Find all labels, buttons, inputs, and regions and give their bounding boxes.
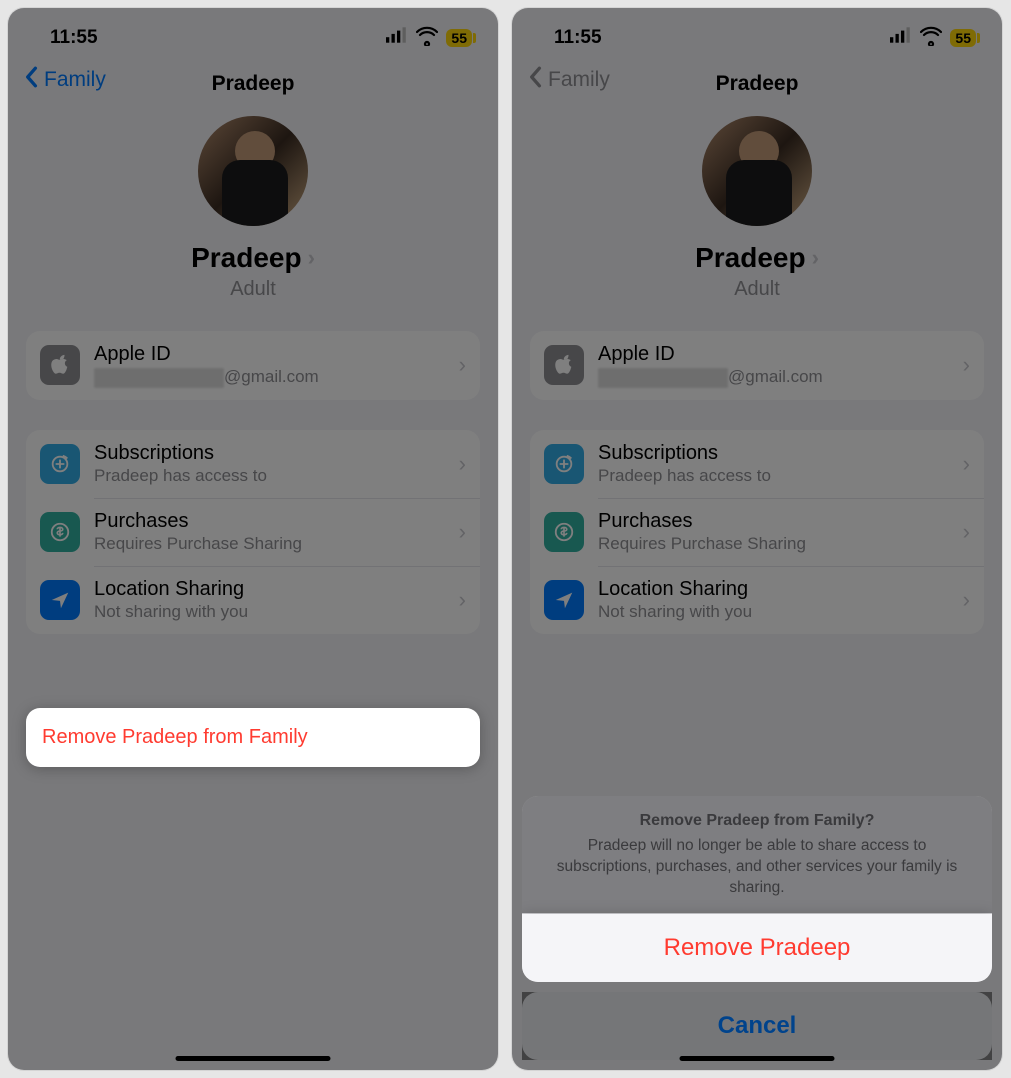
home-indicator[interactable] bbox=[680, 1056, 835, 1061]
profile-name-row[interactable]: Pradeep › bbox=[695, 242, 819, 274]
row-title: Location Sharing bbox=[598, 578, 963, 601]
remove-from-family-button[interactable]: Remove Pradeep from Family bbox=[26, 708, 480, 767]
chevron-left-icon bbox=[20, 66, 42, 94]
profile-name: Pradeep bbox=[695, 242, 806, 274]
apple-logo-icon bbox=[40, 345, 80, 385]
purchases-icon bbox=[40, 512, 80, 552]
sharing-group: Subscriptions Pradeep has access to › Pu… bbox=[530, 430, 984, 634]
location-row[interactable]: Location Sharing Not sharing with you › bbox=[26, 566, 480, 634]
home-indicator[interactable] bbox=[176, 1056, 331, 1061]
location-arrow-icon bbox=[40, 580, 80, 620]
screenshot-left: 11:55 55 Family Pradeep Pradeep › Adult bbox=[8, 8, 498, 1070]
chevron-left-icon bbox=[524, 66, 546, 94]
status-time: 11:55 bbox=[554, 27, 602, 49]
profile-role: Adult bbox=[734, 278, 780, 301]
chevron-right-icon: › bbox=[459, 451, 466, 477]
profile-role: Adult bbox=[230, 278, 276, 301]
apple-id-group: Apple ID @gmail.com › bbox=[530, 331, 984, 400]
apple-id-email: @gmail.com bbox=[94, 367, 459, 388]
apple-id-label: Apple ID bbox=[598, 343, 963, 366]
sheet-title: Remove Pradeep from Family? bbox=[542, 812, 972, 830]
chevron-right-icon: › bbox=[963, 352, 970, 378]
purchases-row[interactable]: Purchases Requires Purchase Sharing › bbox=[530, 498, 984, 566]
nav-title: Pradeep bbox=[212, 72, 295, 96]
chevron-right-icon: › bbox=[812, 245, 819, 271]
nav-bar: Family Pradeep bbox=[8, 62, 498, 106]
chevron-right-icon: › bbox=[459, 587, 466, 613]
wifi-icon bbox=[416, 24, 438, 52]
action-sheet: Remove Pradeep from Family? Pradeep will… bbox=[512, 796, 1002, 1070]
chevron-right-icon: › bbox=[459, 519, 466, 545]
row-title: Purchases bbox=[598, 510, 963, 533]
row-subtitle: Pradeep has access to bbox=[94, 466, 459, 486]
apple-id-row[interactable]: Apple ID @gmail.com › bbox=[26, 331, 480, 400]
row-subtitle: Not sharing with you bbox=[598, 602, 963, 622]
sharing-group: Subscriptions Pradeep has access to › Pu… bbox=[26, 430, 480, 634]
nav-title: Pradeep bbox=[716, 72, 799, 96]
row-title: Purchases bbox=[94, 510, 459, 533]
chevron-right-icon: › bbox=[308, 245, 315, 271]
cellular-icon bbox=[890, 24, 912, 52]
redacted-email bbox=[94, 368, 224, 388]
confirm-remove-button[interactable]: Remove Pradeep bbox=[522, 914, 992, 982]
avatar[interactable] bbox=[702, 116, 812, 226]
wifi-icon bbox=[920, 24, 942, 52]
row-subtitle: Pradeep has access to bbox=[598, 466, 963, 486]
status-bar: 11:55 55 bbox=[512, 8, 1002, 62]
profile-name-row[interactable]: Pradeep › bbox=[191, 242, 315, 274]
location-arrow-icon bbox=[544, 580, 584, 620]
status-bar: 11:55 55 bbox=[8, 8, 498, 62]
redacted-email bbox=[598, 368, 728, 388]
subscriptions-icon bbox=[544, 444, 584, 484]
purchases-icon bbox=[544, 512, 584, 552]
cellular-icon bbox=[386, 24, 408, 52]
back-button[interactable]: Family bbox=[20, 66, 106, 94]
chevron-right-icon: › bbox=[963, 451, 970, 477]
purchases-row[interactable]: Purchases Requires Purchase Sharing › bbox=[26, 498, 480, 566]
back-label: Family bbox=[548, 68, 610, 92]
back-button[interactable]: Family bbox=[524, 66, 610, 94]
email-domain: @gmail.com bbox=[728, 367, 823, 386]
email-domain: @gmail.com bbox=[224, 367, 319, 386]
row-title: Subscriptions bbox=[94, 442, 459, 465]
subscriptions-row[interactable]: Subscriptions Pradeep has access to › bbox=[530, 430, 984, 498]
sheet-message: Pradeep will no longer be able to share … bbox=[542, 836, 972, 899]
profile-name: Pradeep bbox=[191, 242, 302, 274]
chevron-right-icon: › bbox=[963, 519, 970, 545]
status-time: 11:55 bbox=[50, 27, 98, 49]
row-subtitle: Not sharing with you bbox=[94, 602, 459, 622]
row-subtitle: Requires Purchase Sharing bbox=[94, 534, 459, 554]
apple-id-email: @gmail.com bbox=[598, 367, 963, 388]
apple-logo-icon bbox=[544, 345, 584, 385]
screenshot-right: 11:55 55 Family Pradeep Pradeep › Adult bbox=[512, 8, 1002, 1070]
nav-bar: Family Pradeep bbox=[512, 62, 1002, 106]
chevron-right-icon: › bbox=[459, 352, 466, 378]
action-sheet-card: Remove Pradeep from Family? Pradeep will… bbox=[522, 796, 992, 982]
row-title: Location Sharing bbox=[94, 578, 459, 601]
avatar[interactable] bbox=[198, 116, 308, 226]
profile-header: Pradeep › Adult bbox=[8, 116, 498, 301]
cancel-button[interactable]: Cancel bbox=[522, 992, 992, 1060]
row-subtitle: Requires Purchase Sharing bbox=[598, 534, 963, 554]
row-title: Subscriptions bbox=[598, 442, 963, 465]
apple-id-label: Apple ID bbox=[94, 343, 459, 366]
apple-id-group: Apple ID @gmail.com › bbox=[26, 331, 480, 400]
subscriptions-row[interactable]: Subscriptions Pradeep has access to › bbox=[26, 430, 480, 498]
chevron-right-icon: › bbox=[963, 587, 970, 613]
subscriptions-icon bbox=[40, 444, 80, 484]
battery-indicator: 55 bbox=[446, 29, 472, 47]
action-sheet-header: Remove Pradeep from Family? Pradeep will… bbox=[522, 796, 992, 913]
confirm-label: Remove Pradeep bbox=[664, 934, 851, 961]
profile-header: Pradeep › Adult bbox=[512, 116, 1002, 301]
battery-indicator: 55 bbox=[950, 29, 976, 47]
apple-id-row[interactable]: Apple ID @gmail.com › bbox=[530, 331, 984, 400]
cancel-label: Cancel bbox=[718, 1012, 797, 1039]
back-label: Family bbox=[44, 68, 106, 92]
remove-label: Remove Pradeep from Family bbox=[42, 726, 464, 749]
location-row[interactable]: Location Sharing Not sharing with you › bbox=[530, 566, 984, 634]
